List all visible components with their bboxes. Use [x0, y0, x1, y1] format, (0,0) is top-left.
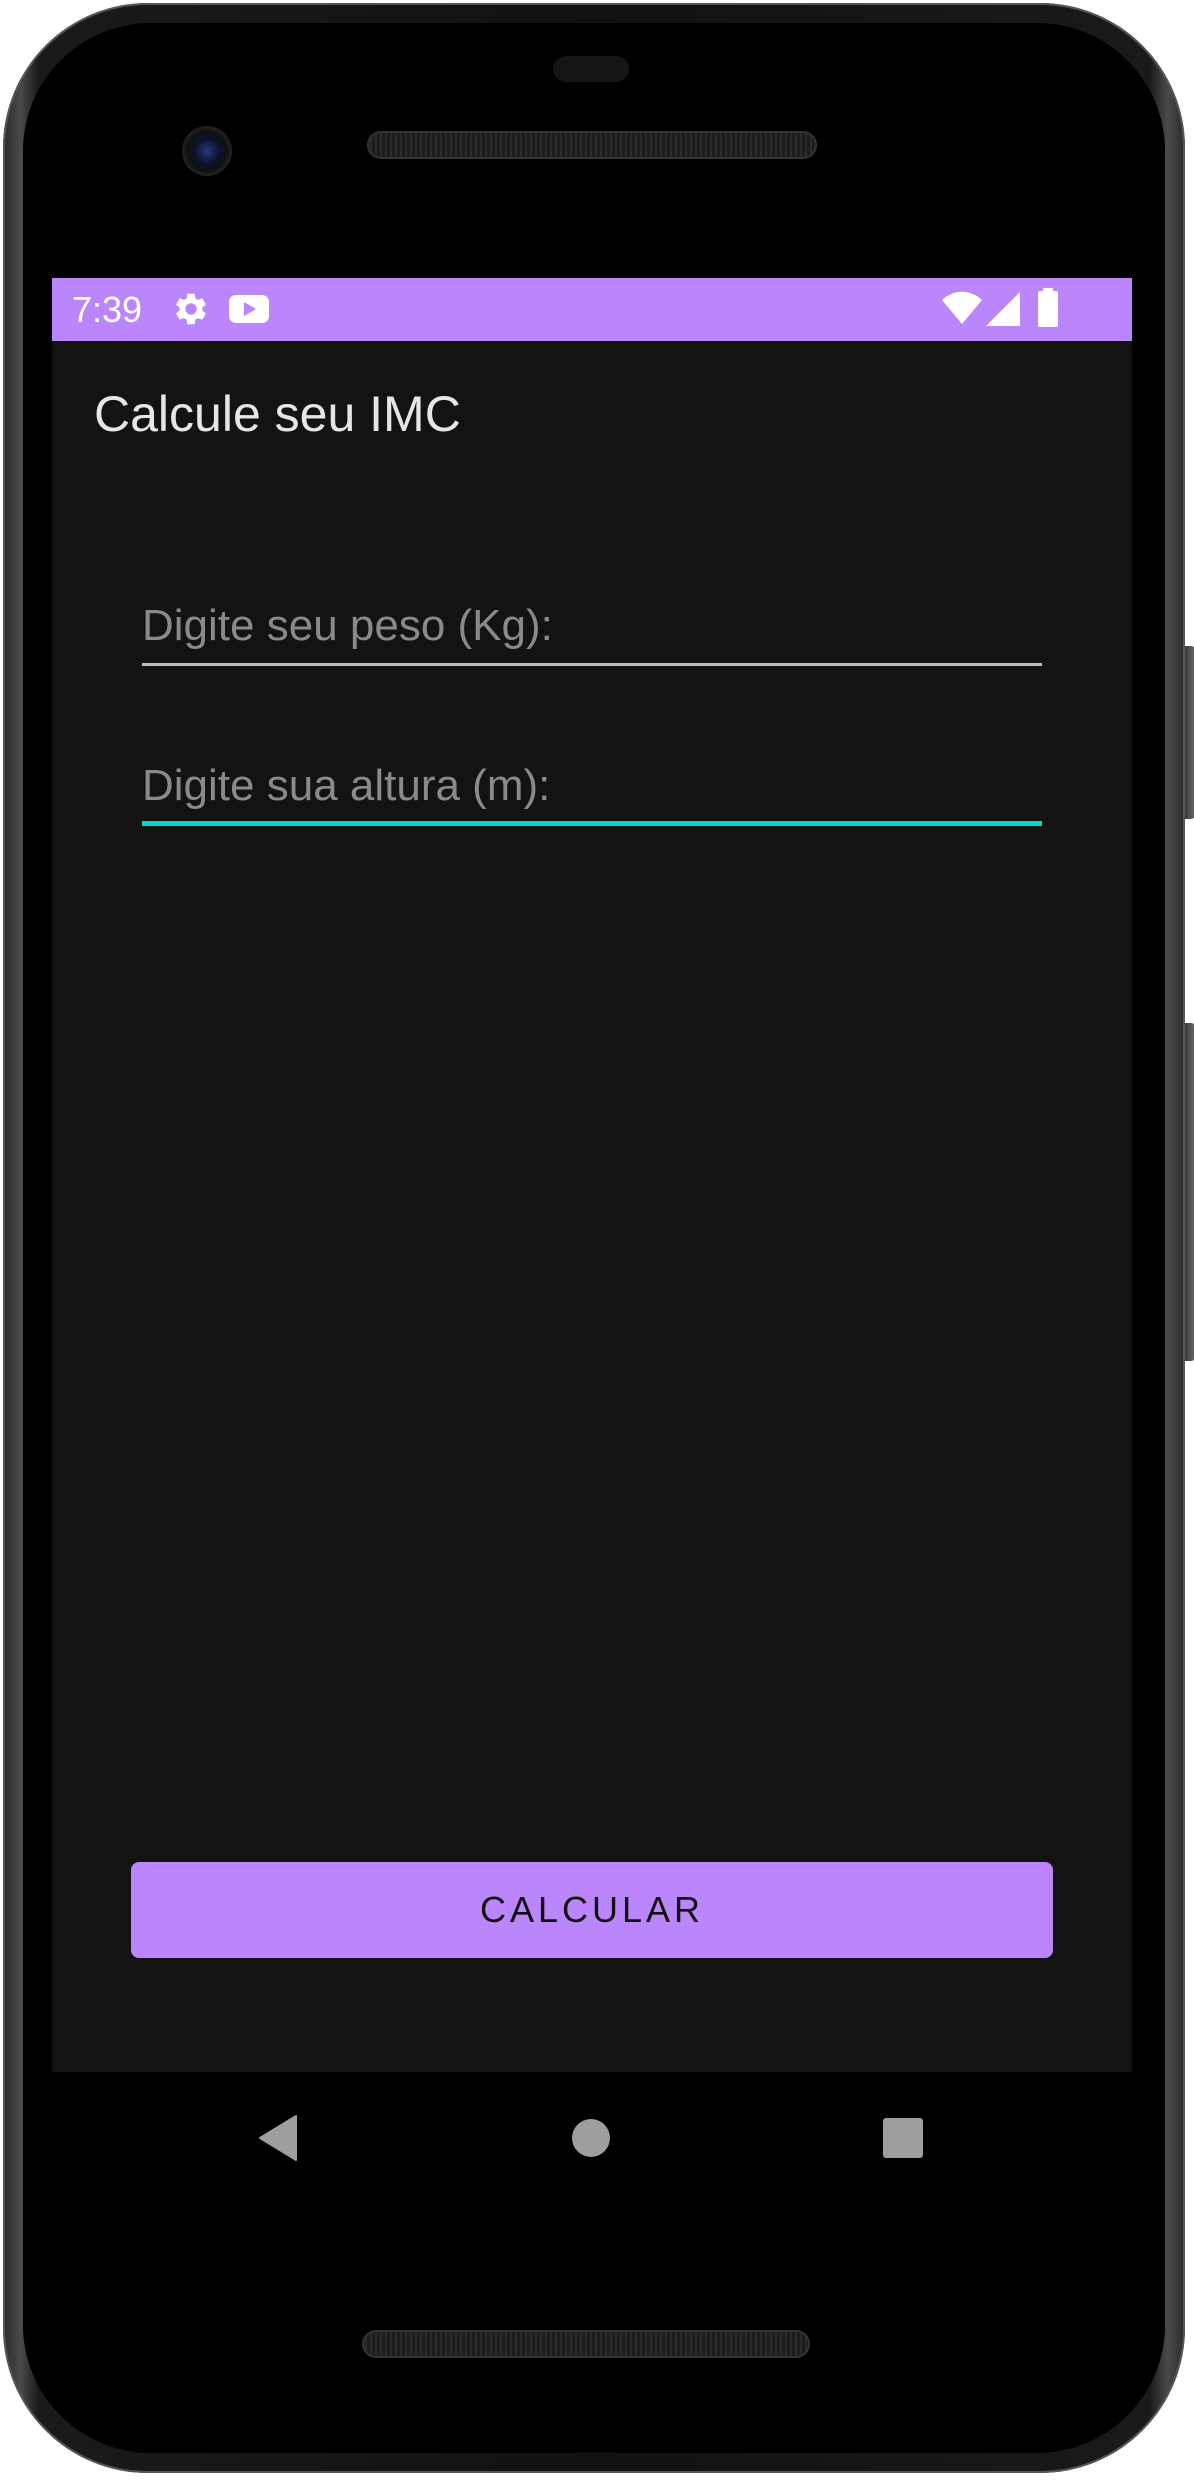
calculate-button[interactable]: CALCULAR	[131, 1862, 1053, 1958]
height-input[interactable]	[142, 746, 1042, 826]
volume-button	[1185, 1023, 1194, 1361]
battery-icon	[1037, 288, 1059, 333]
page-title: Calcule seu IMC	[94, 386, 461, 442]
status-bar: 7:39	[52, 278, 1132, 341]
wifi-icon	[942, 291, 982, 330]
earpiece-speaker	[367, 131, 817, 159]
recents-square-icon[interactable]	[873, 2108, 933, 2168]
weight-field	[142, 586, 1042, 666]
cell-signal-icon	[986, 292, 1020, 331]
home-circle-icon[interactable]	[561, 2108, 621, 2168]
settings-gear-icon	[172, 290, 210, 333]
height-field	[142, 746, 1042, 826]
height-field-underline	[142, 821, 1042, 826]
youtube-play-icon	[228, 292, 270, 331]
proximity-sensor	[553, 56, 629, 82]
power-button	[1185, 646, 1194, 819]
weight-field-underline	[142, 663, 1042, 666]
weight-input[interactable]	[142, 586, 1042, 666]
back-triangle-icon[interactable]	[248, 2108, 308, 2168]
app-screen: 7:39 Calcule seu IMC Digite seu peso (Kg…	[52, 278, 1132, 2072]
bottom-speaker	[362, 2330, 810, 2358]
status-time: 7:39	[72, 289, 143, 330]
front-camera-icon	[182, 126, 232, 176]
